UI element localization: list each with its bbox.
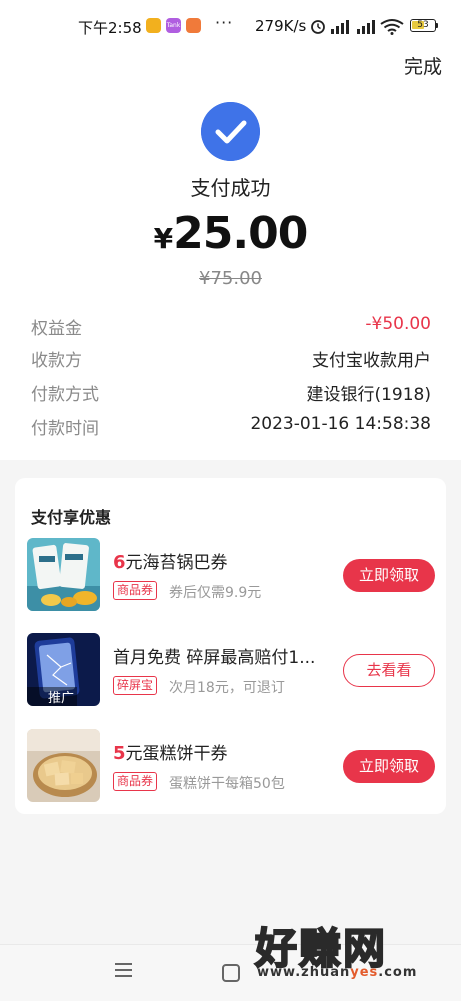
coupon-name: 元蛋糕饼干券 [125,744,228,764]
promo-item-subtitle: 券后仅需9.9元 [169,585,262,601]
detail-value: 2023-01-16 14:58:38 [250,414,431,434]
more-notifications-icon: ··· [215,13,234,32]
detail-row-method: 付款方式 建设银行(1918) [31,380,431,408]
promo-item[interactable]: 推广 首月免费 碎屏最高赔付1... 碎屏宝 次月18元，可退订 去看看 [27,633,435,707]
detail-label: 权益金 [31,319,82,339]
amount-value: 25.00 [173,208,308,259]
promo-item-title: 首月免费 碎屏最高赔付1... [113,648,316,668]
promo-item-title: 5元蛋糕饼干券 [113,739,228,764]
view-button[interactable]: 去看看 [343,654,435,687]
promo-item-title: 6元海苔锅巴券 [113,548,228,573]
wifi-icon [380,19,404,35]
status-bar: 下午2:58 Tank ··· 279K/s 53 [0,0,461,52]
menu-icon[interactable] [115,963,133,977]
seaweed-snack-image [27,538,100,611]
watermark: 好赚网 www.zhuanyes.com [254,915,445,990]
detail-row-benefit: 权益金 -¥50.00 [31,314,431,342]
signal-icon [331,20,349,34]
watermark-url: www.zhuanyes.com [257,965,418,980]
currency-symbol: ¥ [153,222,174,255]
promotions-title: 支付享优惠 [31,508,112,527]
battery-icon: 53 [410,19,436,32]
detail-value: 建设银行(1918) [306,385,431,405]
status-time: 下午2:58 [78,19,142,37]
detail-value: -¥50.00 [365,314,431,334]
alarm-icon [311,20,325,34]
check-circle-icon [201,102,260,161]
coupon-tag: 商品券 [113,772,158,791]
original-amount: ¥75.00 [199,268,262,289]
coupon-amount: 6 [113,552,126,573]
coupon-amount: 5 [113,743,126,764]
detail-row-payee: 收款方 支付宝收款用户 [31,346,431,374]
detail-row-time: 付款时间 2023-01-16 14:58:38 [31,414,431,442]
detail-label: 收款方 [31,351,82,371]
cake-biscuit-image [27,729,100,802]
claim-button[interactable]: 立即领取 [343,559,435,592]
cat-app-icon [186,18,201,33]
battery-level: 53 [417,20,429,30]
task-app-icon: Tank [166,18,181,33]
promo-item[interactable]: 6元海苔锅巴券 商品券 券后仅需9.9元 立即领取 [27,538,435,612]
claim-button[interactable]: 立即领取 [343,750,435,783]
home-icon[interactable] [222,964,240,982]
service-tag: 碎屏宝 [113,676,158,695]
notes-app-icon [146,18,161,33]
success-title: 支付成功 [190,176,271,200]
detail-label: 付款方式 [31,385,99,405]
ad-label: 推广 [48,691,75,706]
promotions-card: 支付享优惠 6元海苔锅巴券 商品券 券后仅需9.9元 立即领取 推广 首月免费 … [15,478,446,814]
signal-icon [357,20,375,34]
network-speed: 279K/s [255,17,307,35]
promo-item-subtitle: 蛋糕饼干每箱50包 [169,776,285,792]
done-button[interactable]: 完成 [404,52,442,79]
promo-item-subtitle: 次月18元，可退订 [169,680,285,696]
promo-item[interactable]: 5元蛋糕饼干券 商品券 蛋糕饼干每箱50包 立即领取 [27,729,435,803]
coupon-tag: 商品券 [113,581,158,600]
battery-tip [436,23,438,28]
detail-label: 付款时间 [31,419,99,439]
paid-amount: ¥25.00 [0,208,461,259]
detail-value: 支付宝收款用户 [312,351,431,371]
coupon-name: 元海苔锅巴券 [125,553,228,573]
status-icons [311,19,404,35]
